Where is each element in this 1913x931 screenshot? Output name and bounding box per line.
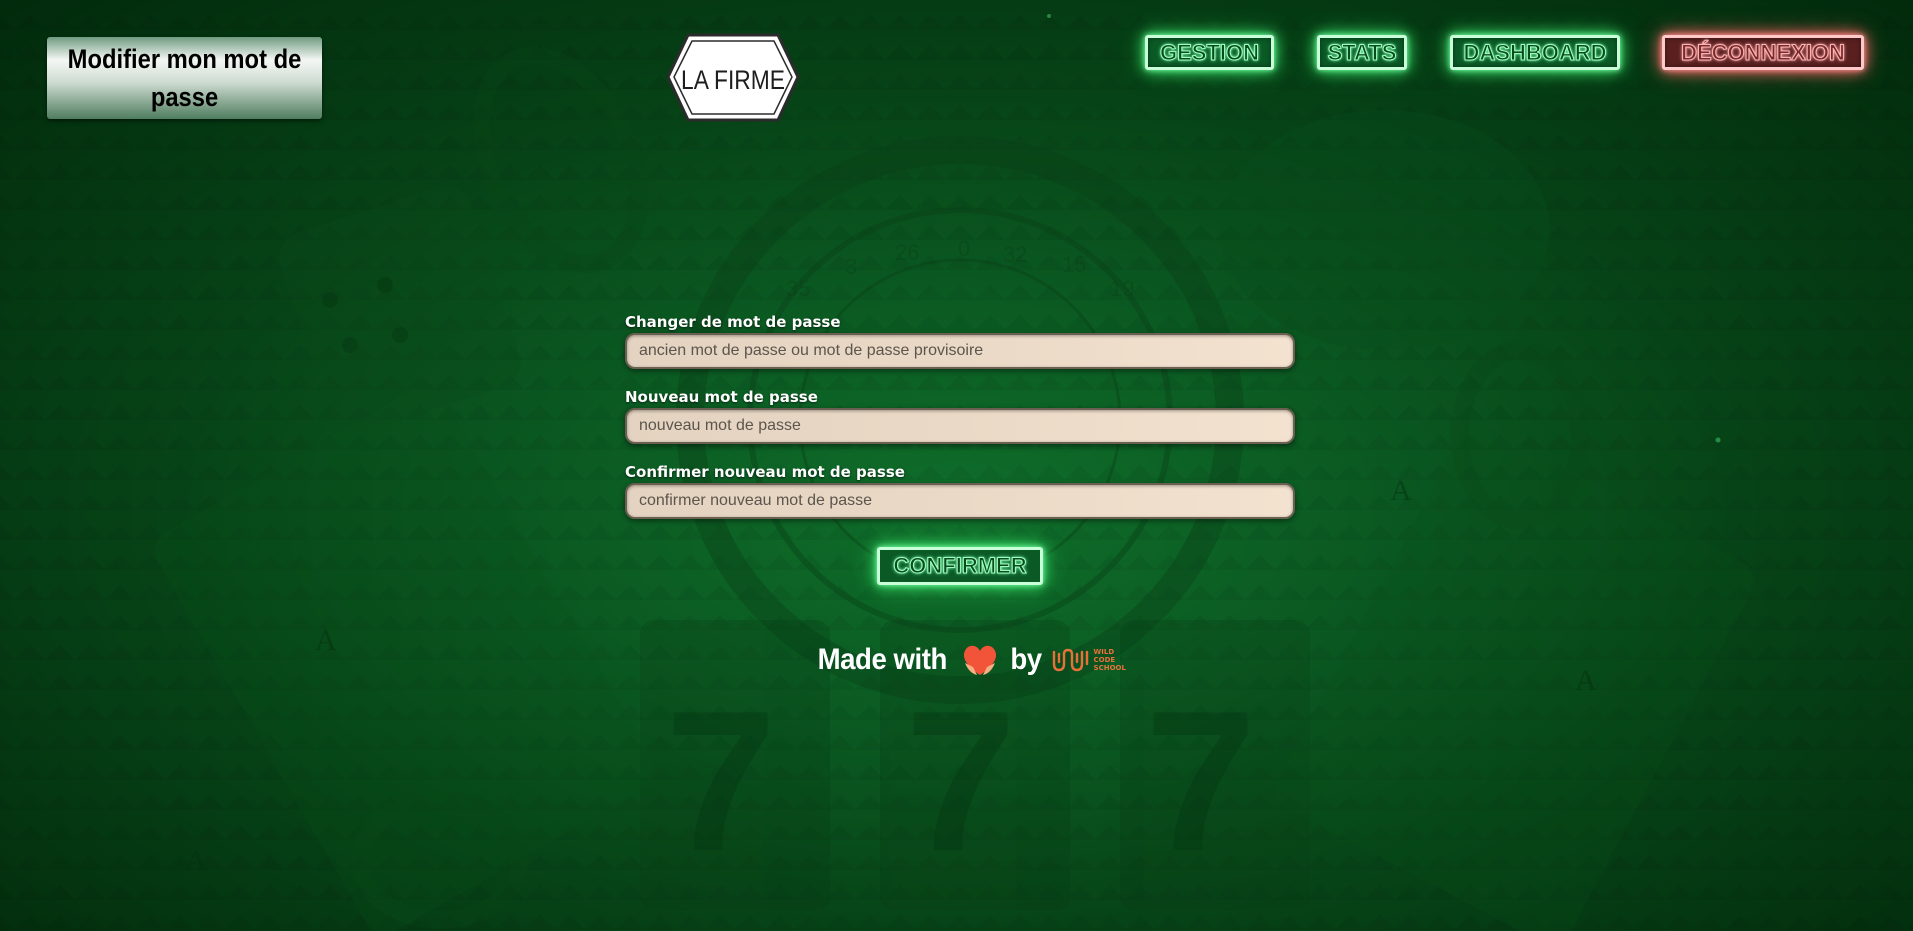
svg-text:7: 7 [905, 670, 1016, 893]
svg-text:3: 3 [845, 254, 857, 279]
svg-text:26: 26 [895, 240, 919, 265]
new-password-input[interactable] [625, 408, 1295, 444]
svg-text:19: 19 [1110, 276, 1134, 301]
brand-line-wild: WILD [1093, 648, 1115, 656]
page-title: Modifier mon mot de passe [67, 44, 302, 112]
nav-dashboard-button[interactable]: DASHBOARD [1450, 35, 1620, 70]
confirm-password-group: Confirmer nouveau mot de passe [625, 462, 1295, 519]
svg-text:7: 7 [665, 670, 776, 893]
nav-stats-label: STATS [1327, 39, 1397, 65]
logo-text: LA FIRME [681, 65, 785, 95]
svg-text:A: A [1390, 474, 1412, 507]
logout-label: DÉCONNEXION [1681, 39, 1846, 65]
made-with-text: Made with [817, 643, 948, 676]
nav-dashboard-label: DASHBOARD [1463, 39, 1607, 65]
change-password-form: Changer de mot de passe Nouveau mot de p… [625, 312, 1295, 519]
svg-text:15: 15 [1062, 252, 1086, 277]
nav-stats-button[interactable]: STATS [1317, 35, 1407, 70]
brand-line-code: CODE [1093, 656, 1116, 664]
page-title-panel: Modifier mon mot de passe [47, 37, 322, 119]
wild-code-school-mark-icon [1052, 648, 1088, 672]
svg-text:7: 7 [1145, 670, 1256, 893]
by-text: by [1009, 643, 1042, 676]
confirm-button-label: CONFIRMER [893, 553, 1027, 579]
new-password-group: Nouveau mot de passe [625, 387, 1295, 444]
old-password-input[interactable] [625, 333, 1295, 369]
confirm-password-input[interactable] [625, 483, 1295, 519]
nav-gestion-label: GESTION [1159, 39, 1259, 65]
svg-text:A: A [185, 844, 207, 877]
brand-line-school: SCHOOL [1093, 664, 1126, 672]
confirm-password-label: Confirmer nouveau mot de passe [625, 463, 905, 481]
nav-gestion-button[interactable]: GESTION [1145, 35, 1274, 70]
svg-text:0: 0 [958, 236, 970, 261]
heart-hands-icon [963, 645, 996, 675]
svg-text:32: 32 [1003, 242, 1027, 267]
svg-text:A: A [1575, 664, 1597, 697]
new-password-label: Nouveau mot de passe [625, 388, 818, 406]
old-password-label: Changer de mot de passe [625, 313, 841, 331]
la-firme-logo[interactable]: LA FIRME [666, 31, 800, 124]
logout-button[interactable]: DÉCONNEXION [1662, 35, 1864, 70]
wild-code-school-logo[interactable]: WILD CODE SCHOOL [1051, 646, 1126, 674]
confirm-button[interactable]: CONFIRMER [877, 547, 1043, 585]
svg-text:35: 35 [786, 276, 810, 301]
svg-text:A: A [315, 624, 337, 657]
old-password-group: Changer de mot de passe [625, 312, 1295, 369]
footer-credit: Made with by WILD CODE SCHOOL [812, 636, 1126, 684]
